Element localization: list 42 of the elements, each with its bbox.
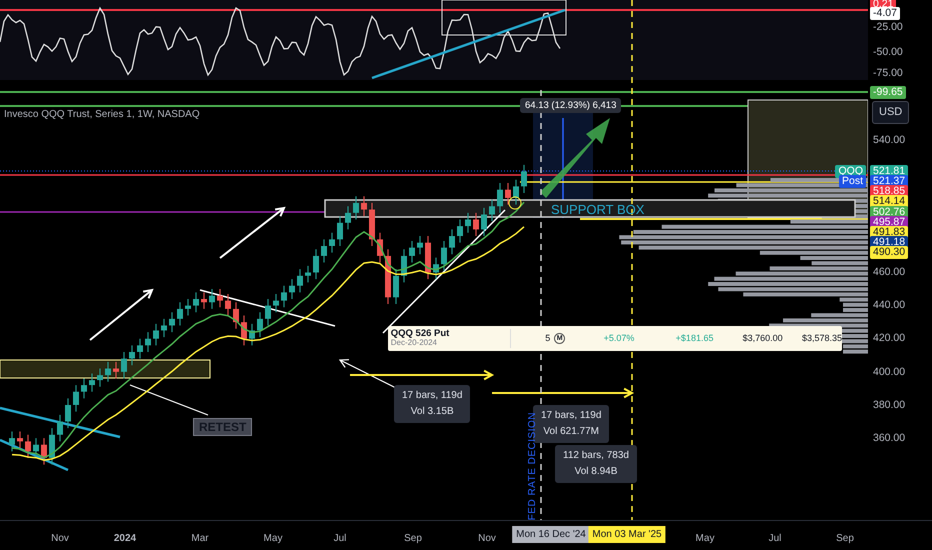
date-badge: Mon 16 Dec '24 xyxy=(512,526,590,543)
position-cost: $3,760.00 xyxy=(742,333,783,344)
time-label: Mar xyxy=(190,532,210,546)
axis-label: 420.00 xyxy=(872,332,906,345)
axis-label: -75.00 xyxy=(872,67,904,80)
trend-arrow xyxy=(89,288,154,341)
time-label: May xyxy=(694,532,716,546)
trend-arrow xyxy=(219,206,286,259)
annotation-text: SUPPORT BOX xyxy=(551,202,644,218)
axis-label: 540.00 xyxy=(872,134,906,147)
axis-label: -25.00 xyxy=(872,21,904,34)
currency-button[interactable]: USD xyxy=(872,101,910,124)
time-label: Nov xyxy=(477,532,497,546)
axis-label: -50.00 xyxy=(872,46,904,59)
chart-title: Invesco QQQ Trust, Series 1, 1W, NASDAQ xyxy=(4,109,200,121)
axis-label: 460.00 xyxy=(872,266,906,279)
position-profit: +$181.65 xyxy=(674,333,714,344)
indicator-value-badge: -4.07 xyxy=(870,7,900,20)
price-badge: 490.30 xyxy=(870,246,908,259)
highlight-circle xyxy=(508,196,522,210)
time-label: Jul xyxy=(332,532,348,546)
time-label: Jul xyxy=(768,532,782,546)
position-quantity: 5 xyxy=(544,333,550,344)
time-label: Sep xyxy=(403,532,423,546)
range-info-box: 17 bars, 119d Vol 3.15B xyxy=(394,385,470,423)
position-change: +5.07% xyxy=(602,333,634,344)
symbol-tag: Post xyxy=(838,175,866,188)
time-label: 2024 xyxy=(112,532,138,546)
time-label: May xyxy=(262,532,284,546)
range-info-box: 112 bars, 783d Vol 8.94B xyxy=(555,445,637,483)
position-value: $3,578.35 xyxy=(800,333,842,344)
axis-label: 380.00 xyxy=(872,399,906,412)
time-label: Nov xyxy=(50,532,70,546)
time-label: Sep xyxy=(835,532,855,546)
position-symbol: QQQ 526 Put xyxy=(390,329,450,340)
axis-label: 440.00 xyxy=(872,299,906,312)
price-badge: -99.65 xyxy=(870,86,906,99)
position-expiry: Dec-20-2024 xyxy=(390,339,438,348)
axis-label: 360.00 xyxy=(872,432,906,445)
measure-label: 64.13 (12.93%) 6,413 xyxy=(520,98,622,114)
date-badge: Mon 03 Mar '25 xyxy=(588,526,666,543)
axis-label: 400.00 xyxy=(872,366,906,379)
